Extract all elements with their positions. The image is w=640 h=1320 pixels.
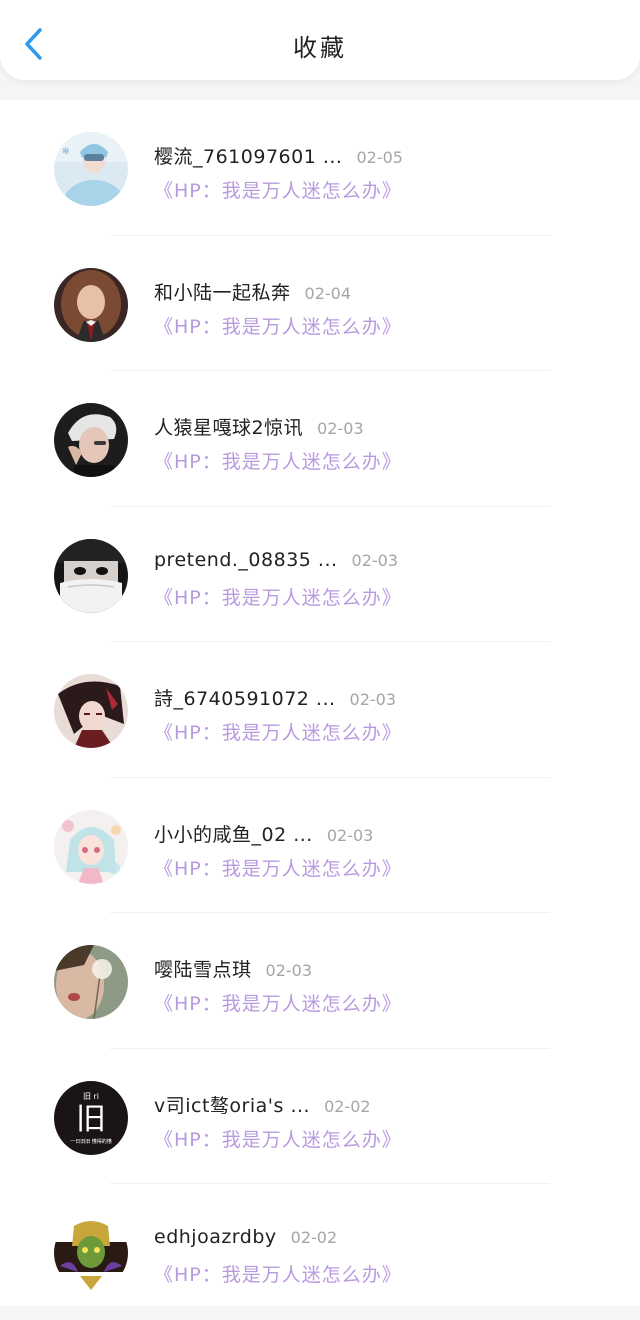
item-date: 02-02 xyxy=(290,1228,338,1247)
svg-text:✻: ✻ xyxy=(62,147,70,157)
user-name: 和小陆一起私奔 xyxy=(154,281,291,304)
item-date: 02-03 xyxy=(317,419,364,438)
list-item[interactable]: 詩_6740591072 ... 02-03 《HP：我是万人迷怎么办》 xyxy=(0,642,640,778)
user-name: 嘤陆雪点琪 xyxy=(154,959,252,981)
list-item[interactable]: 嘤陆雪点琪 02-03 《HP：我是万人迷怎么办》 xyxy=(0,913,640,1049)
book-title[interactable]: 《HP：我是万人迷怎么办》 xyxy=(154,447,402,474)
avatar[interactable] xyxy=(54,403,128,477)
item-date: 02-05 xyxy=(356,148,403,167)
list-item[interactable]: ✻ 樱流_761097601 ... 02-05 《HP：我是万人迷怎么办》 xyxy=(0,100,640,236)
page-title: 收藏 xyxy=(293,34,347,62)
user-name: edhjoazrdby xyxy=(154,1226,277,1248)
book-title[interactable]: 《HP：我是万人迷怎么办》 xyxy=(154,176,402,203)
item-date: 02-03 xyxy=(351,550,399,570)
list-item[interactable]: 小小的咸鱼_02 ... 02-03 《HP：我是万人迷怎么办》 xyxy=(0,778,640,913)
avatar[interactable] xyxy=(54,1216,128,1290)
avatar[interactable] xyxy=(54,538,128,613)
logo-bottom-text: 一日旧旧 懂得的懂 xyxy=(70,1138,112,1145)
user-name: 人猿星嘎球2惊讯 xyxy=(154,417,304,439)
book-title[interactable]: 《HP：我是万人迷怎么办》 xyxy=(154,312,402,339)
list-item[interactable]: pretend._08835 ... 02-03 《HP：我是万人迷怎么办》 xyxy=(0,507,640,642)
list-item[interactable]: 旧 ri 旧 一日旧旧 懂得的懂 v司ict骜oria's ... 02-02 《… xyxy=(0,1049,640,1184)
book-title[interactable]: 《HP：我是万人迷怎么办》 xyxy=(154,718,402,745)
list-item[interactable]: 人猿星嘎球2惊讯 02-03 《HP：我是万人迷怎么办》 xyxy=(0,371,640,507)
book-title[interactable]: 《HP：我是万人迷怎么办》 xyxy=(154,1125,402,1152)
logo-main-text: 旧 xyxy=(76,1102,106,1137)
item-date: 02-03 xyxy=(349,690,397,709)
book-title[interactable]: 《HP：我是万人迷怎么办》 xyxy=(154,583,402,610)
list-item[interactable]: 和小陆一起私奔 02-04 《HP：我是万人迷怎么办》 xyxy=(0,236,640,371)
avatar[interactable] xyxy=(54,945,128,1019)
book-title[interactable]: 《HP：我是万人迷怎么办》 xyxy=(154,989,402,1016)
favorites-list: ✻ 樱流_761097601 ... 02-05 《HP：我是万人迷怎么办》 和小… xyxy=(0,100,640,1306)
avatar[interactable]: 旧 ri 旧 一日旧旧 懂得的懂 xyxy=(54,1080,128,1155)
item-date: 02-03 xyxy=(265,961,313,980)
avatar[interactable] xyxy=(54,267,128,342)
book-title[interactable]: 《HP：我是万人迷怎么办》 xyxy=(154,1260,402,1287)
item-date: 02-03 xyxy=(326,825,374,845)
book-title[interactable]: 《HP：我是万人迷怎么办》 xyxy=(154,854,402,881)
avatar[interactable]: ✻ xyxy=(54,132,128,206)
list-item[interactable]: edhjoazrdby 02-02 《HP：我是万人迷怎么办》 xyxy=(0,1184,640,1320)
item-date: 02-02 xyxy=(324,1096,371,1116)
user-name: v司ict骜oria's ... xyxy=(154,1094,311,1117)
avatar[interactable] xyxy=(54,809,128,884)
item-date: 02-04 xyxy=(304,283,352,303)
user-name: 小小的咸鱼_02 ... xyxy=(154,823,313,846)
avatar[interactable] xyxy=(54,674,128,748)
logo-top-text: 旧 ri xyxy=(83,1092,99,1101)
user-name: 樱流_761097601 ... xyxy=(154,146,343,168)
user-name: pretend._08835 ... xyxy=(154,548,338,571)
user-name: 詩_6740591072 ... xyxy=(154,688,336,710)
top-bar: 收藏 xyxy=(0,0,640,80)
